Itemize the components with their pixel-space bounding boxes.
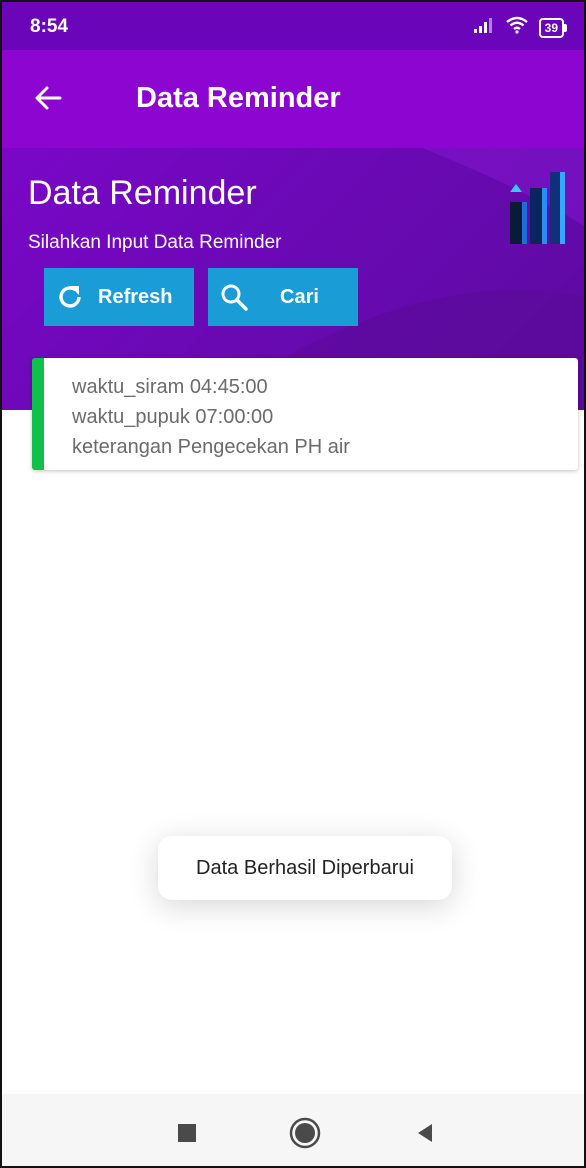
arrow-left-icon[interactable] [34, 78, 74, 118]
refresh-button-label: Refresh [98, 285, 173, 308]
toast-text: Data Berhasil Diperbarui [196, 856, 414, 879]
wifi-icon [505, 16, 529, 39]
refresh-button[interactable]: Refresh [44, 268, 194, 326]
signal-icon [473, 17, 495, 38]
triangle-back-icon[interactable] [408, 1116, 442, 1150]
reminder-waktu-pupuk: waktu_pupuk 07:00:00 [72, 406, 274, 428]
toast-message: Data Berhasil Diperbarui [158, 836, 452, 900]
banner-title: Data Reminder [28, 174, 257, 212]
reminder-card[interactable]: waktu_siram 04:45:00 waktu_pupuk 07:00:0… [32, 358, 578, 470]
app-bar: Data Reminder [2, 50, 584, 148]
bar-chart-icon [506, 166, 566, 253]
banner-subtitle: Silahkan Input Data Reminder [28, 232, 282, 253]
app-bar-title: Data Reminder [136, 82, 341, 114]
search-button-label: Cari [280, 285, 319, 308]
phone-screen: 8:54 39 Data Reminder Data Reminder Sila… [0, 0, 586, 1168]
system-nav-bar [2, 1094, 584, 1166]
battery-level: 39 [544, 20, 558, 35]
battery-icon: 39 [538, 17, 568, 38]
square-icon[interactable] [170, 1116, 204, 1150]
reminder-keterangan: keterangan Pengecekan PH air [72, 436, 350, 458]
search-button[interactable]: Cari [208, 268, 358, 326]
circle-icon[interactable] [288, 1116, 322, 1150]
refresh-icon [56, 283, 84, 311]
status-icons: 39 [473, 16, 568, 39]
reminder-waktu-siram: waktu_siram 04:45:00 [72, 376, 268, 398]
status-bar: 8:54 39 [2, 2, 584, 50]
search-icon [220, 283, 248, 311]
status-time: 8:54 [30, 16, 69, 37]
